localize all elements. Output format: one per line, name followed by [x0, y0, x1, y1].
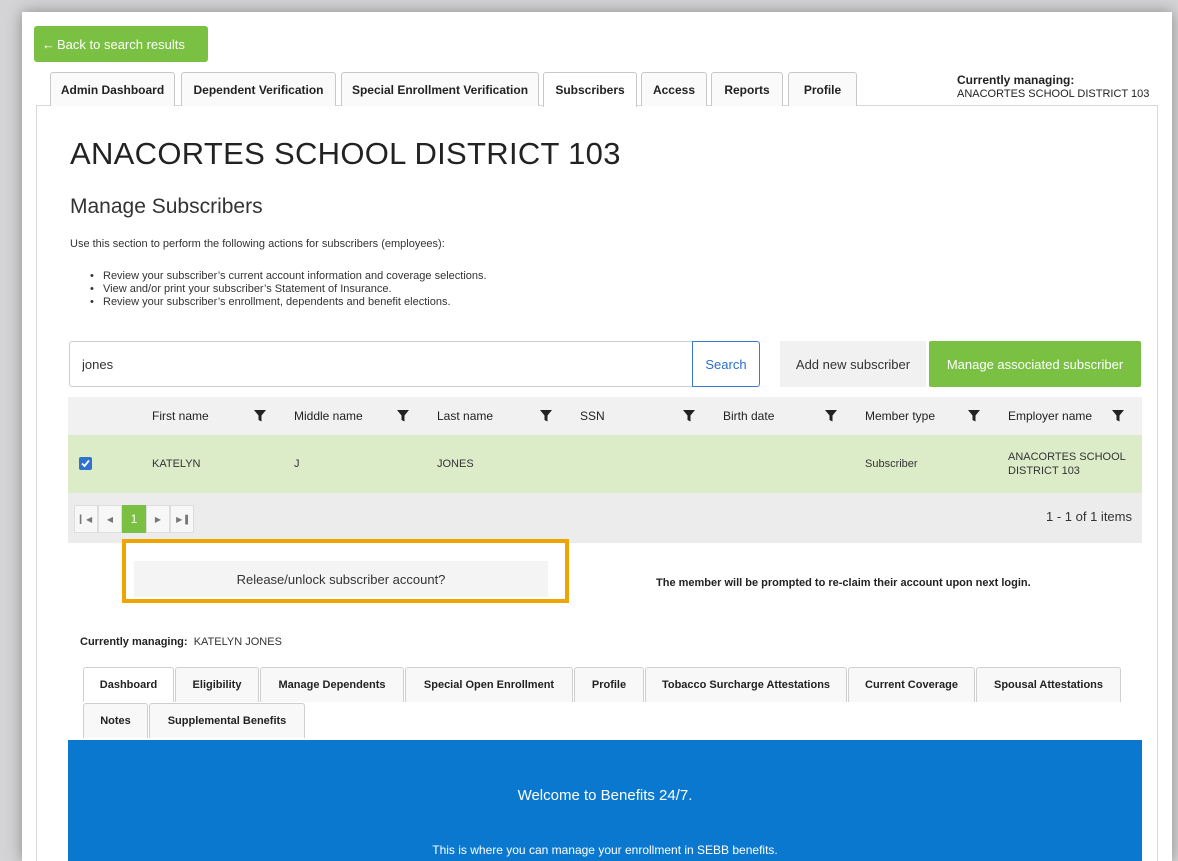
- last-page-icon[interactable]: ▶▐: [170, 505, 194, 533]
- cell-last-name: JONES: [437, 458, 474, 470]
- subtab-spousal-attestations[interactable]: Spousal Attestations: [976, 667, 1121, 702]
- cell-employer-name: ANACORTES SCHOOL DISTRICT 103: [1008, 435, 1126, 493]
- manage-associated-subscriber-button[interactable]: Manage associated subscriber: [929, 341, 1141, 387]
- welcome-panel: Welcome to Benefits 24/7. This is where …: [68, 740, 1142, 861]
- subtab-label: Tobacco Surcharge Attestations: [661, 679, 831, 691]
- subtab-label: Supplemental Benefits: [167, 715, 287, 727]
- welcome-title: Welcome to Benefits 24/7.: [517, 787, 693, 804]
- section-title: Manage Subscribers: [70, 195, 263, 218]
- subtab-profile[interactable]: Profile: [574, 667, 644, 702]
- column-header-birth-date[interactable]: Birth date: [723, 397, 774, 435]
- column-header-ssn[interactable]: SSN: [580, 397, 605, 435]
- release-unlock-account-button[interactable]: Release/unlock subscriber account?: [134, 561, 548, 597]
- tab-subscribers[interactable]: Subscribers: [543, 72, 637, 107]
- subtab-label: Notes: [100, 715, 131, 727]
- cell-middle-name: J: [294, 458, 300, 470]
- subtab-supplemental-benefits[interactable]: Supplemental Benefits: [149, 703, 305, 738]
- next-page-icon[interactable]: ▶: [146, 505, 170, 533]
- subtab-label: Profile: [591, 679, 627, 691]
- search-button[interactable]: Search: [692, 341, 760, 387]
- grid-header: First name Middle name Last name SSN Bir…: [68, 397, 1142, 435]
- filter-icon[interactable]: [825, 410, 837, 422]
- tab-profile[interactable]: Profile: [788, 72, 857, 106]
- tab-access[interactable]: Access: [641, 72, 707, 106]
- column-header-employer-name[interactable]: Employer name: [1008, 397, 1092, 435]
- filter-icon[interactable]: [1112, 410, 1124, 422]
- search-input[interactable]: [69, 341, 693, 387]
- action-list: Review your subscriber’s current account…: [90, 270, 487, 309]
- subtab-manage-dependents[interactable]: Manage Dependents: [260, 667, 404, 702]
- list-item: View and/or print your subscriber’s Stat…: [90, 283, 487, 296]
- tab-label: Subscribers: [555, 83, 625, 97]
- cell-first-name: KATELYN: [152, 458, 201, 470]
- page: ← Back to search results Admin Dashboard …: [22, 12, 1172, 861]
- subtab-special-open-enrollment[interactable]: Special Open Enrollment: [405, 667, 573, 702]
- currently-managing-sub-label: Currently managing:: [80, 636, 188, 648]
- subtab-label: Current Coverage: [865, 679, 958, 691]
- organization-title: ANACORTES SCHOOL DISTRICT 103: [70, 136, 621, 171]
- subtab-dashboard[interactable]: Dashboard: [83, 667, 174, 702]
- subtab-notes[interactable]: Notes: [83, 703, 148, 738]
- pager-info: 1 - 1 of 1 items: [1046, 509, 1132, 524]
- welcome-text: This is where you can manage your enroll…: [432, 843, 778, 857]
- tab-reports[interactable]: Reports: [711, 72, 783, 106]
- tab-dependent-verification[interactable]: Dependent Verification: [181, 72, 336, 106]
- release-note: The member will be prompted to re-claim …: [656, 577, 1031, 589]
- filter-icon[interactable]: [397, 410, 409, 422]
- page-number-button[interactable]: 1: [122, 505, 146, 533]
- tab-label: Access: [652, 82, 696, 97]
- tab-admin-dashboard[interactable]: Admin Dashboard: [50, 72, 175, 106]
- column-header-middle-name[interactable]: Middle name: [294, 397, 363, 435]
- back-to-search-results-button[interactable]: ← Back to search results: [34, 26, 208, 62]
- filter-icon[interactable]: [254, 410, 266, 422]
- subtab-label: Special Open Enrollment: [423, 679, 555, 691]
- filter-icon[interactable]: [683, 410, 695, 422]
- list-item: Review your subscriber’s enrollment, dep…: [90, 296, 487, 309]
- subtab-label: Spousal Attestations: [994, 679, 1103, 691]
- subtab-label: Eligibility: [192, 679, 242, 691]
- employer-line-2: DISTRICT 103: [1008, 465, 1080, 477]
- add-new-subscriber-button[interactable]: Add new subscriber: [780, 341, 926, 387]
- checkbox-checked-icon[interactable]: [79, 457, 92, 470]
- subtab-eligibility[interactable]: Eligibility: [175, 667, 259, 702]
- tab-label: Dependent Verification: [193, 82, 324, 97]
- subtab-current-coverage[interactable]: Current Coverage: [848, 667, 975, 702]
- subtab-label: Manage Dependents: [278, 679, 386, 691]
- column-header-member-type[interactable]: Member type: [865, 397, 935, 435]
- filter-icon[interactable]: [540, 410, 552, 422]
- tab-label: Special Enrollment Verification: [351, 82, 529, 97]
- currently-managing-label: Currently managing:: [957, 73, 1075, 87]
- subscribers-grid: First name Middle name Last name SSN Bir…: [68, 397, 1142, 543]
- column-header-last-name[interactable]: Last name: [437, 397, 493, 435]
- pager: ▎◀ ◀ 1 ▶ ▶▐ 1 - 1 of 1 items: [68, 493, 1142, 543]
- filter-icon[interactable]: [968, 410, 980, 422]
- currently-managing-org: Currently managing: ANACORTES SCHOOL DIS…: [957, 73, 1149, 101]
- section-intro: Use this section to perform the followin…: [70, 238, 445, 250]
- tab-label: Profile: [803, 82, 842, 97]
- currently-managing-value: ANACORTES SCHOOL DISTRICT 103: [957, 88, 1150, 100]
- list-item: Review your subscriber’s current account…: [90, 270, 487, 283]
- prev-page-icon[interactable]: ◀: [98, 505, 122, 533]
- column-header-first-name[interactable]: First name: [152, 397, 209, 435]
- employer-line-1: ANACORTES SCHOOL: [1008, 451, 1126, 463]
- subtab-tobacco-surcharge-attestations[interactable]: Tobacco Surcharge Attestations: [645, 667, 847, 702]
- back-button-label: Back to search results: [57, 36, 185, 52]
- tab-label: Admin Dashboard: [60, 82, 165, 97]
- currently-managing-subscriber: Currently managing: KATELYN JONES: [80, 636, 282, 648]
- tab-special-enrollment-verification[interactable]: Special Enrollment Verification: [341, 72, 539, 106]
- back-arrow-icon: ←: [42, 36, 55, 52]
- table-row[interactable]: KATELYN J JONES Subscriber ANACORTES SCH…: [68, 435, 1142, 493]
- currently-managing-sub-value: KATELYN JONES: [193, 636, 282, 648]
- first-page-icon[interactable]: ▎◀: [74, 505, 98, 533]
- tab-label: Reports: [724, 82, 770, 97]
- subtab-label: Dashboard: [99, 679, 158, 691]
- cell-member-type: Subscriber: [865, 458, 918, 470]
